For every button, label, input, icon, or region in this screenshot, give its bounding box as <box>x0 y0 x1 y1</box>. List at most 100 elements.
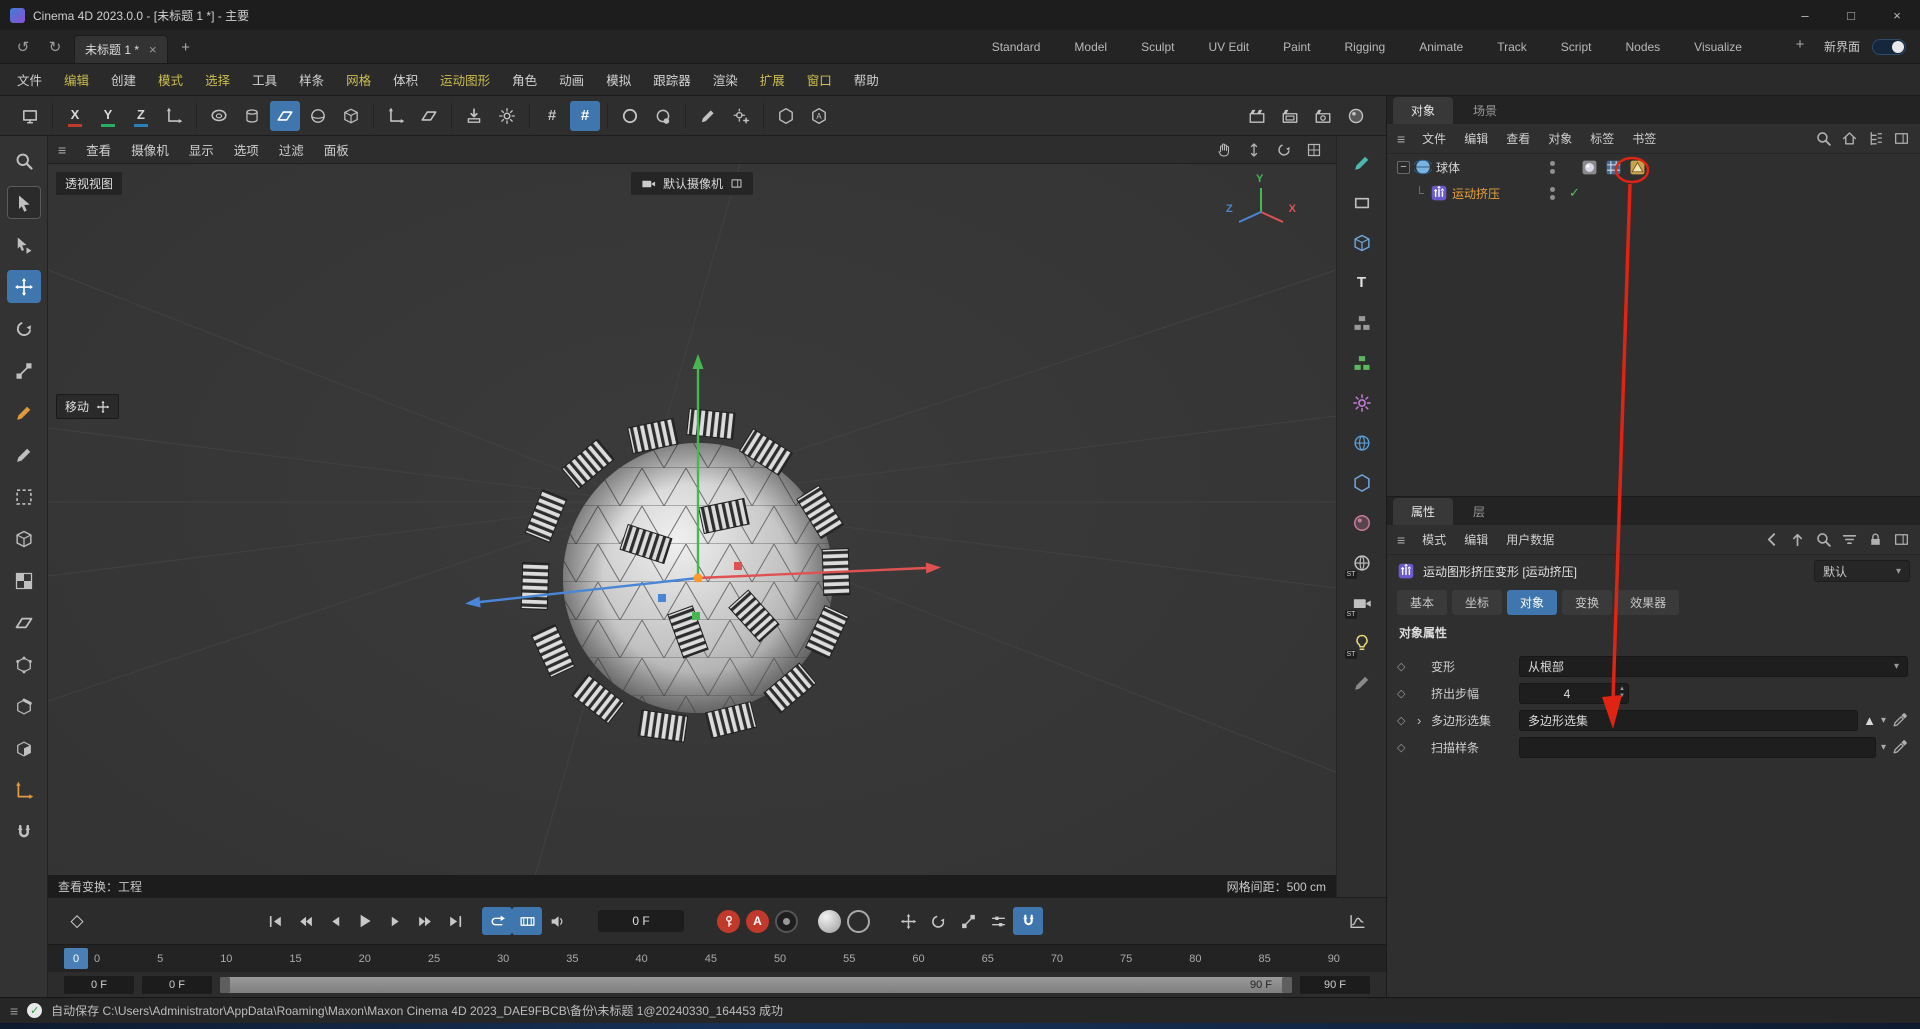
fcurve-window-button[interactable] <box>1342 907 1372 935</box>
new-ui-toggle[interactable] <box>1872 39 1906 55</box>
add-tab-button[interactable]: + <box>174 35 198 59</box>
menu-item[interactable]: 编辑 <box>1455 130 1497 147</box>
primitive-cylinder[interactable] <box>237 101 267 131</box>
sound-toggle[interactable] <box>542 907 572 935</box>
section-tab[interactable]: 基本 <box>1397 590 1447 615</box>
marquee-selection[interactable] <box>7 480 41 513</box>
workplane-mode[interactable] <box>7 606 41 639</box>
modeling-settings[interactable] <box>492 101 522 131</box>
redo-button[interactable]: ↻ <box>42 34 68 60</box>
uvw-tag[interactable] <box>1605 159 1622 176</box>
random-effector[interactable] <box>1345 386 1379 419</box>
eyedropper-icon[interactable] <box>1891 712 1908 729</box>
selection-cycle[interactable] <box>7 228 41 261</box>
layout-track[interactable]: Track <box>1497 40 1527 54</box>
menu-item[interactable]: 文件 <box>6 70 53 89</box>
light-object[interactable]: ST <box>1345 626 1379 659</box>
search-icon[interactable] <box>1815 130 1832 147</box>
render-dot[interactable] <box>1550 169 1555 174</box>
hierarchy-icon[interactable] <box>1867 130 1884 147</box>
layout-paint[interactable]: Paint <box>1283 40 1310 54</box>
camera-object[interactable]: ST <box>1345 586 1379 619</box>
menu-item[interactable]: 标签 <box>1581 130 1623 147</box>
preset-dropdown[interactable]: 默认 ▾ <box>1814 560 1910 582</box>
viewport-canvas[interactable]: 透视视图 默认摄像机 移动 <box>48 164 1336 897</box>
texture-mode[interactable] <box>7 564 41 597</box>
next-key-button[interactable] <box>410 907 440 935</box>
viewport-menu-item[interactable]: 面板 <box>314 140 359 159</box>
section-tab[interactable]: 变换 <box>1562 590 1612 615</box>
spline-settings[interactable] <box>726 101 756 131</box>
menu-item[interactable]: 文件 <box>1413 130 1455 147</box>
primitive-plane[interactable] <box>270 101 300 131</box>
minimize-button[interactable]: – <box>1782 0 1828 30</box>
menu-item[interactable]: 体积 <box>382 70 429 89</box>
menu-item[interactable]: 书签 <box>1623 130 1665 147</box>
recent-tool[interactable] <box>15 101 45 131</box>
enabled-check-icon[interactable]: ✓ <box>1569 185 1580 201</box>
eyedropper-icon[interactable] <box>1891 739 1908 756</box>
menu-item[interactable]: 查看 <box>1497 130 1539 147</box>
expander-arrow-icon[interactable]: › <box>1417 713 1431 728</box>
edges-mode[interactable] <box>7 690 41 723</box>
menu-item[interactable]: 编辑 <box>53 70 100 89</box>
back-icon[interactable] <box>1763 531 1780 548</box>
enable-axis[interactable] <box>615 101 645 131</box>
axis-modify[interactable] <box>381 101 411 131</box>
panel-icon[interactable] <box>1893 130 1910 147</box>
points-mode[interactable] <box>7 648 41 681</box>
menu-item[interactable]: 对象 <box>1539 130 1581 147</box>
menu-item[interactable]: 网格 <box>335 70 382 89</box>
range-end-field[interactable]: 90 F <box>1300 976 1370 994</box>
timeline-ruler[interactable]: 0 051015202530354045505560657075808590 <box>48 944 1386 972</box>
editor-dot[interactable] <box>1550 161 1555 166</box>
maximize-button[interactable]: □ <box>1828 0 1874 30</box>
viewport-menu-item[interactable]: 摄像机 <box>121 140 179 159</box>
keyframe-navigation-button[interactable]: ◇ <box>62 907 92 935</box>
viewport-filter[interactable] <box>7 144 41 177</box>
record-options-button[interactable] <box>818 910 841 933</box>
chevron-down-icon[interactable]: ▾ <box>1881 742 1886 753</box>
selection-tag-icon[interactable]: ▲ <box>1863 713 1876 728</box>
phong-tag[interactable] <box>1581 159 1598 176</box>
link-field[interactable]: 多边形选集 <box>1519 710 1858 731</box>
object-row[interactable]: └运动挤压✓ <box>1387 180 1920 206</box>
polygons-mode[interactable] <box>7 732 41 765</box>
render-dot[interactable] <box>1550 195 1555 200</box>
enable-axis-mode[interactable] <box>7 774 41 807</box>
object-row[interactable]: −球体 <box>1387 154 1920 180</box>
close-tab-icon[interactable]: × <box>149 42 157 57</box>
cube-primitive[interactable] <box>1345 226 1379 259</box>
polygon-selection-tag[interactable] <box>1629 159 1646 176</box>
layout-nodes[interactable]: Nodes <box>1625 40 1660 54</box>
timeline-snap-toggle[interactable] <box>1013 907 1043 935</box>
workplane[interactable] <box>414 101 444 131</box>
menu-item[interactable]: 样条 <box>288 70 335 89</box>
section-tab[interactable]: 对象 <box>1507 590 1557 615</box>
spinner-down-icon[interactable]: ▼ <box>1619 693 1625 700</box>
layout-script[interactable]: Script <box>1561 40 1592 54</box>
record-position-toggle[interactable] <box>893 907 923 935</box>
menu-item[interactable]: 编辑 <box>1455 531 1497 548</box>
document-tab[interactable]: 未标题 1 * × <box>74 35 168 63</box>
range-start-field[interactable]: 0 F <box>142 976 212 994</box>
object-name[interactable]: 运动挤压 <box>1452 185 1500 202</box>
keyframe-dot-icon[interactable]: ◇ <box>1397 660 1417 673</box>
spinner[interactable]: ▲▼ <box>1619 686 1625 700</box>
view-rotate[interactable] <box>1272 139 1296 161</box>
rotate-tool[interactable] <box>7 312 41 345</box>
go-to-end-button[interactable] <box>440 907 470 935</box>
close-button[interactable]: × <box>1874 0 1920 30</box>
axis-settings[interactable] <box>648 101 678 131</box>
filter-icon[interactable] <box>1841 531 1858 548</box>
keyframe-dot-icon[interactable]: ◇ <box>1397 741 1417 754</box>
record-keyframe-button[interactable] <box>717 910 740 933</box>
placement-tool[interactable] <box>459 101 489 131</box>
section-tab[interactable]: 坐标 <box>1452 590 1502 615</box>
view-name-label[interactable]: 透视视图 <box>56 172 122 195</box>
volume-builder[interactable] <box>1345 466 1379 499</box>
volume-mesher-tool[interactable]: A <box>804 101 834 131</box>
panel-menu-icon[interactable]: ≡ <box>1397 131 1405 147</box>
menu-item[interactable]: 动画 <box>548 70 595 89</box>
snap-tool[interactable] <box>7 816 41 849</box>
